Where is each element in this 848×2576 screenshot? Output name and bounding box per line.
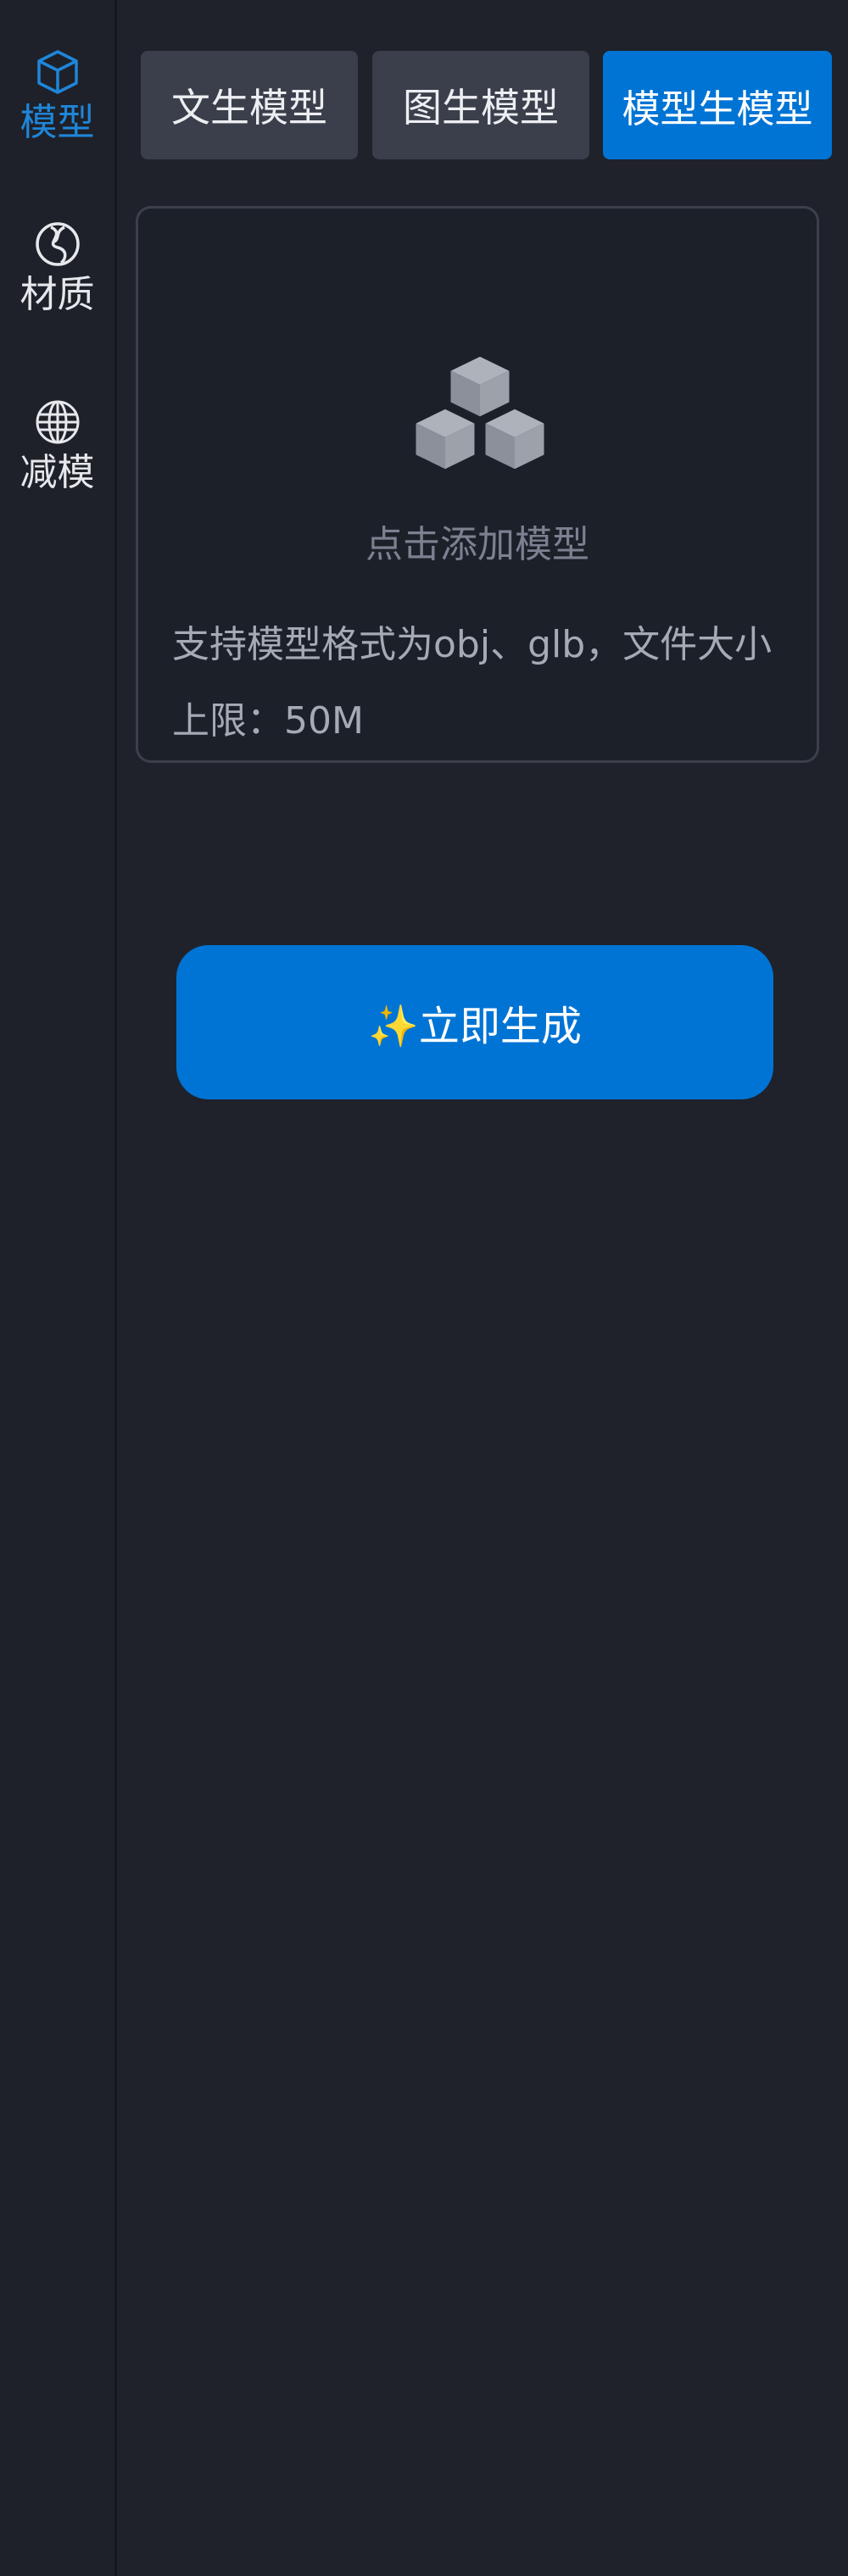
sidebar-item-model[interactable]: 模型 [0, 47, 114, 145]
sidebar-item-material[interactable]: 材质 [0, 219, 114, 317]
model-upload-area[interactable]: 点击添加模型 支持模型格式为obj、glb，文件大小上限：50M [136, 206, 819, 763]
sidebar-item-label: 减模 [20, 451, 95, 494]
tab-text-to-model[interactable]: 文生模型 [141, 51, 358, 159]
sidebar-item-label: 材质 [20, 273, 95, 316]
add-model-label: 点击添加模型 [365, 523, 589, 566]
sidebar-item-reduce[interactable]: 减模 [0, 397, 114, 495]
generate-button[interactable]: ✨立即生成 [176, 945, 773, 1099]
format-hint-text: 支持模型格式为obj、glb，文件大小上限：50M [172, 623, 773, 743]
material-sphere-icon [35, 222, 80, 266]
tab-image-to-model[interactable]: 图生模型 [372, 51, 589, 159]
cube-icon [36, 50, 78, 94]
sidebar-item-label: 模型 [20, 101, 95, 144]
cubes-stack-icon [411, 353, 549, 474]
wireframe-globe-icon [36, 400, 79, 444]
sidebar: 模型 材质 减模 [0, 0, 117, 2576]
tab-model-to-model[interactable]: 模型生模型 [603, 51, 832, 159]
